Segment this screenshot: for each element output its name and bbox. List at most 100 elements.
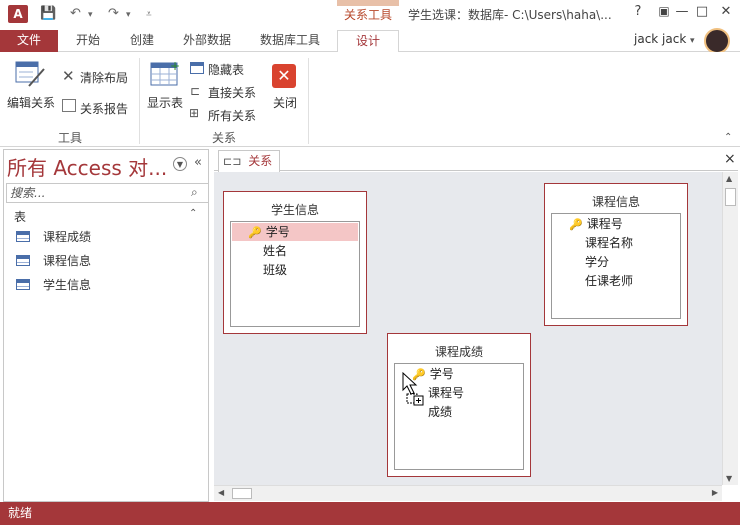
nav-section-collapse-icon[interactable]: ⌃: [189, 208, 197, 219]
relations-icon: ⊏⊐: [223, 155, 242, 168]
field-row[interactable]: 🔑 课程号: [569, 215, 623, 234]
ribbon-separator: [139, 58, 140, 144]
close-relations-button[interactable]: 关闭: [273, 94, 297, 111]
field-label: 学号: [429, 367, 454, 381]
nav-item-label: 课程成绩: [43, 230, 92, 244]
nav-item-course-info[interactable]: 课程信息: [16, 251, 91, 271]
clear-layout-icon: ✕: [62, 67, 75, 85]
table-icon: [16, 255, 30, 266]
table-title: 学生信息: [270, 203, 319, 217]
collapse-ribbon-icon[interactable]: ⌃: [724, 132, 732, 143]
close-doc-button[interactable]: ×: [724, 151, 736, 167]
key-icon: 🔑: [569, 218, 583, 231]
all-relations-icon: ⊞: [189, 106, 200, 120]
field-row[interactable]: 课程名称: [585, 234, 633, 252]
tab-file[interactable]: 文件: [0, 30, 58, 52]
edit-relations-icon: [15, 60, 45, 88]
nav-item-student-info[interactable]: 学生信息: [16, 275, 91, 295]
ribbon-separator: [308, 58, 309, 144]
help-button[interactable]: ?: [626, 4, 650, 19]
field-label: 任课老师: [585, 274, 634, 288]
field-label: 课程号: [586, 217, 623, 231]
vertical-scrollbar[interactable]: ▲ ▼: [722, 172, 738, 485]
search-input[interactable]: 搜索...: [6, 183, 209, 203]
maximize-button[interactable]: □: [690, 4, 714, 19]
field-label: 课程号: [428, 386, 465, 400]
tab-database-tools[interactable]: 数据库工具: [250, 30, 330, 52]
nav-section-header[interactable]: 表: [14, 208, 26, 225]
field-label: 姓名: [263, 244, 288, 258]
scroll-right-icon[interactable]: ▶: [712, 488, 718, 497]
direct-relations-button[interactable]: 直接关系: [208, 84, 256, 101]
hide-table-icon: [190, 62, 204, 74]
tab-create[interactable]: 创建: [118, 30, 166, 52]
field-label: 课程名称: [585, 236, 634, 250]
edit-relations-button[interactable]: 编辑关系: [7, 94, 55, 111]
drag-cursor-icon: [402, 371, 428, 409]
search-icon[interactable]: ⌕: [191, 185, 198, 200]
key-icon: 🔑: [248, 226, 262, 239]
relation-report-button[interactable]: 关系报告: [80, 100, 128, 117]
close-relations-icon: ✕: [272, 64, 296, 88]
table-title: 课程信息: [591, 195, 640, 209]
window-title: 学生选课：数据库- C:\Users\haha\...: [408, 8, 612, 22]
redo-icon[interactable]: ↷: [108, 6, 119, 21]
close-button[interactable]: ✕: [714, 4, 738, 19]
all-relations-button[interactable]: 所有关系: [208, 107, 256, 124]
nav-item-label: 课程信息: [43, 254, 92, 268]
clear-layout-button[interactable]: 清除布局: [80, 69, 128, 86]
undo-dropdown-icon[interactable]: ▾: [88, 10, 93, 20]
tab-relations-label: 关系: [248, 154, 273, 168]
field-row[interactable]: 成绩: [428, 403, 452, 421]
tools-group-label: 工具: [58, 131, 83, 145]
nav-collapse-icon[interactable]: «: [194, 155, 202, 170]
status-bar: 就绪: [0, 502, 740, 525]
undo-icon[interactable]: ↶: [70, 6, 81, 21]
field-list: 🔑 学号 姓名 班级: [230, 221, 360, 327]
scroll-up-icon[interactable]: ▲: [726, 174, 732, 183]
scroll-thumb[interactable]: [725, 188, 736, 206]
redo-dropdown-icon[interactable]: ▾: [126, 10, 131, 20]
tab-home[interactable]: 开始: [64, 30, 112, 52]
user-name[interactable]: jack jack: [634, 32, 686, 46]
show-table-icon: +: [150, 59, 180, 88]
hide-table-button[interactable]: 隐藏表: [208, 61, 244, 78]
relations-group-label: 关系: [212, 131, 237, 145]
field-row[interactable]: 学分: [585, 253, 609, 271]
scroll-down-icon[interactable]: ▼: [726, 474, 732, 483]
field-label: 成绩: [428, 405, 453, 419]
save-icon[interactable]: 💾: [40, 6, 56, 21]
table-icon: [16, 231, 30, 242]
table-title: 课程成绩: [434, 345, 483, 359]
user-dropdown-icon[interactable]: ▾: [690, 36, 695, 46]
context-tab-label: 关系工具: [343, 8, 392, 22]
horizontal-scrollbar[interactable]: ◀ ▶: [214, 485, 722, 501]
field-label: 学号: [265, 225, 290, 239]
nav-pane-title[interactable]: 所有 Access 对...: [7, 152, 167, 181]
field-row[interactable]: 班级: [263, 261, 287, 279]
document-tab-bar: [214, 149, 738, 171]
status-text: 就绪: [8, 506, 33, 520]
tab-design[interactable]: 设计: [337, 30, 399, 53]
customize-qat-icon[interactable]: ⩡: [146, 9, 152, 20]
tab-external-data[interactable]: 外部数据: [172, 30, 242, 52]
field-row[interactable]: 课程号: [428, 384, 464, 402]
direct-relations-icon: ⊏: [190, 84, 201, 98]
avatar[interactable]: [704, 28, 730, 54]
table-window-course-info[interactable]: 课程信息 🔑 课程号 课程名称 学分 任课老师: [544, 183, 688, 326]
show-table-button[interactable]: 显示表: [147, 94, 183, 111]
tab-relations[interactable]: ⊏⊐ 关系: [218, 150, 280, 172]
table-window-student-info[interactable]: 学生信息 🔑 学号 姓名 班级: [223, 191, 367, 334]
field-row[interactable]: 任课老师: [585, 272, 633, 290]
nav-item-course-scores[interactable]: 课程成绩: [16, 227, 91, 247]
field-label: 班级: [263, 263, 288, 277]
nav-dropdown-icon[interactable]: ▼: [173, 157, 187, 171]
scroll-thumb[interactable]: [232, 488, 252, 499]
field-row[interactable]: 姓名: [263, 242, 287, 260]
table-icon: [16, 279, 30, 290]
scroll-left-icon[interactable]: ◀: [218, 488, 224, 497]
app-icon-text: A: [13, 7, 23, 21]
field-row-selected[interactable]: 🔑 学号: [232, 223, 358, 241]
nav-item-label: 学生信息: [43, 278, 92, 292]
access-app-icon[interactable]: A: [8, 5, 28, 23]
